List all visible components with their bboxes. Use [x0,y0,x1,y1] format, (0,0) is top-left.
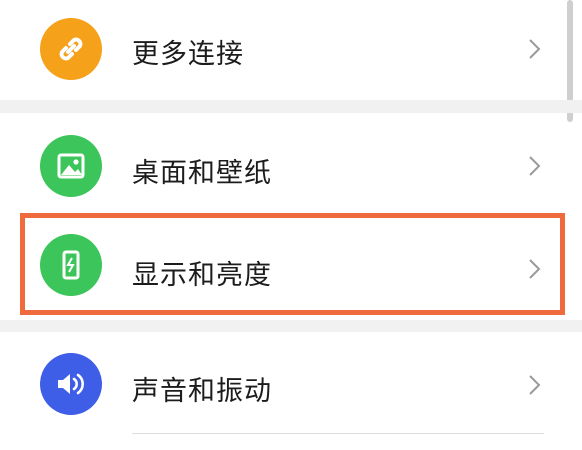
settings-item-label: 声音和振动 [132,376,272,407]
chevron-right-icon [529,156,541,176]
settings-item-label: 更多连接 [132,39,244,70]
chevron-right-icon [529,39,541,59]
settings-item-desktop-wallpaper[interactable]: 桌面和壁纸 [0,113,582,213]
link-icon [40,18,102,80]
divider [132,433,544,434]
chevron-right-icon [529,375,541,395]
section-separator [0,320,582,332]
settings-item-more-connections[interactable]: 更多连接 [0,0,582,100]
highlight-box [20,213,565,315]
wallpaper-icon [40,135,102,197]
section-separator [0,100,582,113]
settings-item-sound-vibration[interactable]: 声音和振动 [0,332,582,432]
speaker-icon [40,353,102,415]
settings-item-label: 桌面和壁纸 [132,158,272,189]
